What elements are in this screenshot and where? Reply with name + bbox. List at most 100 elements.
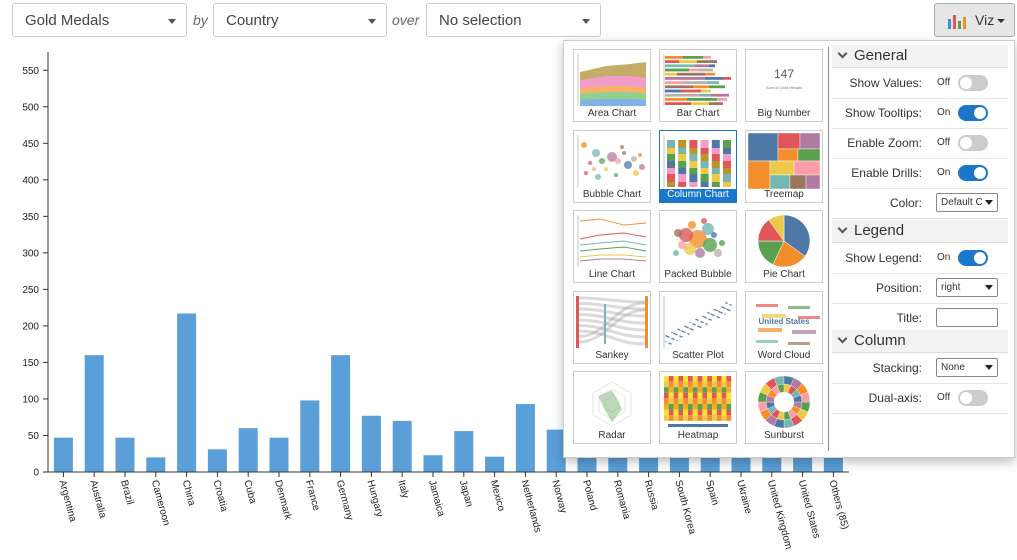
chart-type-label: Word Cloud <box>757 349 811 361</box>
area-chart-icon <box>577 54 646 106</box>
bar[interactable] <box>53 437 73 472</box>
svg-text:Sum of Gold Medals: Sum of Gold Medals <box>766 85 802 90</box>
chevron-down-icon <box>837 223 848 234</box>
y-tick-label: 450 <box>22 139 39 150</box>
chart-type-bar-chart[interactable]: Bar Chart <box>659 49 737 122</box>
x-tick-label: Jamaica <box>426 479 446 518</box>
panel-divider <box>828 47 829 451</box>
bar[interactable] <box>84 355 104 472</box>
chart-type-word-cloud[interactable]: United States Word Cloud <box>745 290 823 364</box>
chart-type-column-chart[interactable]: Column Chart <box>659 129 737 203</box>
chart-type-label: Area Chart <box>587 108 637 119</box>
x-tick-label: Italy <box>395 479 410 500</box>
y-tick-label: 0 <box>33 468 39 479</box>
chevron-down-icon <box>168 19 176 24</box>
bar[interactable] <box>515 404 535 472</box>
dimension-select[interactable]: Country <box>213 3 387 37</box>
bar[interactable] <box>485 456 505 472</box>
chart-type-packed-bubble[interactable]: Packed Bubble <box>659 210 737 283</box>
stacking-select-value: None <box>941 362 965 373</box>
chart-type-pie-chart[interactable]: Pie Chart <box>745 210 823 283</box>
legend-title-input[interactable] <box>936 308 998 327</box>
x-tick-label: Ukraine <box>734 479 754 516</box>
viz-menu-button[interactable]: Viz <box>934 3 1015 37</box>
chart-type-big-number[interactable]: 147 Sum of Gold Medals Big Number <box>745 49 823 122</box>
dual-axis-label: Dual-axis: <box>868 391 922 405</box>
chart-type-label: Bar Chart <box>676 108 720 119</box>
chevron-down-icon <box>837 333 848 344</box>
enable-zoom-toggle[interactable] <box>958 135 988 151</box>
show-values-label: Show Values: <box>849 76 923 90</box>
show-tooltips-toggle[interactable] <box>958 105 988 121</box>
show-legend-row: Show Legend: On <box>832 243 1008 274</box>
x-tick-label: Norway <box>549 479 568 515</box>
heatmap-icon <box>664 376 732 427</box>
chart-type-sunburst[interactable]: Sunburst <box>745 371 823 444</box>
chart-type-label: Packed Bubble <box>664 269 732 280</box>
y-tick-label: 550 <box>22 66 39 77</box>
chart-type-area-chart[interactable]: Area Chart <box>573 49 651 122</box>
chart-type-heatmap[interactable]: Heatmap <box>659 371 737 444</box>
caret-down-icon <box>985 365 993 370</box>
enable-drills-toggle[interactable] <box>958 165 988 181</box>
over-label: over <box>392 12 420 28</box>
chart-type-bubble-chart[interactable]: Bubble Chart <box>573 129 651 203</box>
big-number-icon: 147 Sum of Gold Medals <box>766 67 802 90</box>
toggle-state: Off <box>937 137 951 148</box>
word-cloud-icon: United States <box>756 303 820 345</box>
color-label: Color: <box>889 196 922 210</box>
x-tick-label: Cameroon <box>149 479 172 527</box>
stacking-row: Stacking: None <box>832 353 1008 384</box>
y-tick-label: 150 <box>22 358 39 369</box>
x-tick-label: Croatia <box>211 479 230 513</box>
section-column-header[interactable]: Column <box>832 330 1008 353</box>
x-tick-label: Mexico <box>488 479 507 513</box>
position-select[interactable]: right <box>936 278 998 297</box>
bar[interactable] <box>146 457 166 472</box>
bar[interactable] <box>207 449 227 472</box>
color-select[interactable]: Default C <box>936 193 998 212</box>
show-legend-toggle[interactable] <box>958 250 988 266</box>
bar[interactable] <box>269 437 289 472</box>
chart-type-line-chart[interactable]: Line Chart <box>573 210 651 283</box>
bar[interactable] <box>423 455 443 472</box>
bar[interactable] <box>361 415 381 472</box>
color-row: Color: Default C <box>832 188 1008 219</box>
show-values-toggle[interactable] <box>958 75 988 91</box>
show-values-row: Show Values: Off <box>832 68 1008 99</box>
stacking-select[interactable]: None <box>936 358 998 377</box>
bar-chart-icon <box>948 15 966 29</box>
x-tick-label: Hungary <box>365 479 385 518</box>
show-tooltips-label: Show Tooltips: <box>844 106 922 120</box>
enable-zoom-row: Enable Zoom: Off <box>832 128 1008 159</box>
svg-text:147: 147 <box>774 67 794 81</box>
measure-select[interactable]: Gold Medals <box>12 3 187 37</box>
bar[interactable] <box>331 355 351 472</box>
bar[interactable] <box>177 313 197 472</box>
x-tick-label: United Kingdom <box>765 479 794 551</box>
chart-type-treemap[interactable]: Treemap <box>745 129 823 203</box>
section-general-header[interactable]: General <box>832 45 1008 68</box>
scatter-plot-icon <box>663 295 732 348</box>
bar[interactable] <box>392 420 412 472</box>
chart-type-sankey[interactable]: Sankey <box>573 290 651 364</box>
bar[interactable] <box>238 428 258 472</box>
dual-axis-toggle[interactable] <box>958 390 988 406</box>
bar[interactable] <box>115 437 135 472</box>
bar[interactable] <box>454 431 474 472</box>
bar[interactable] <box>300 400 320 472</box>
x-tick-label: Netherlands <box>519 479 544 534</box>
x-tick-label: Denmark <box>272 479 293 522</box>
show-tooltips-row: Show Tooltips: On <box>832 98 1008 129</box>
chart-type-radar[interactable]: Radar <box>573 371 651 444</box>
legend-title-label: Title: <box>896 311 922 325</box>
x-tick-label: United States <box>796 479 822 540</box>
sunburst-icon <box>757 375 811 429</box>
chart-type-scatter-plot[interactable]: Scatter Plot <box>659 290 737 364</box>
x-tick-label: Others (85) <box>827 479 851 531</box>
by-label: by <box>193 12 208 28</box>
chevron-down-icon <box>837 48 848 59</box>
section-legend-header[interactable]: Legend <box>832 220 1008 243</box>
toggle-state: On <box>937 252 951 263</box>
over-select[interactable]: No selection <box>426 3 601 37</box>
